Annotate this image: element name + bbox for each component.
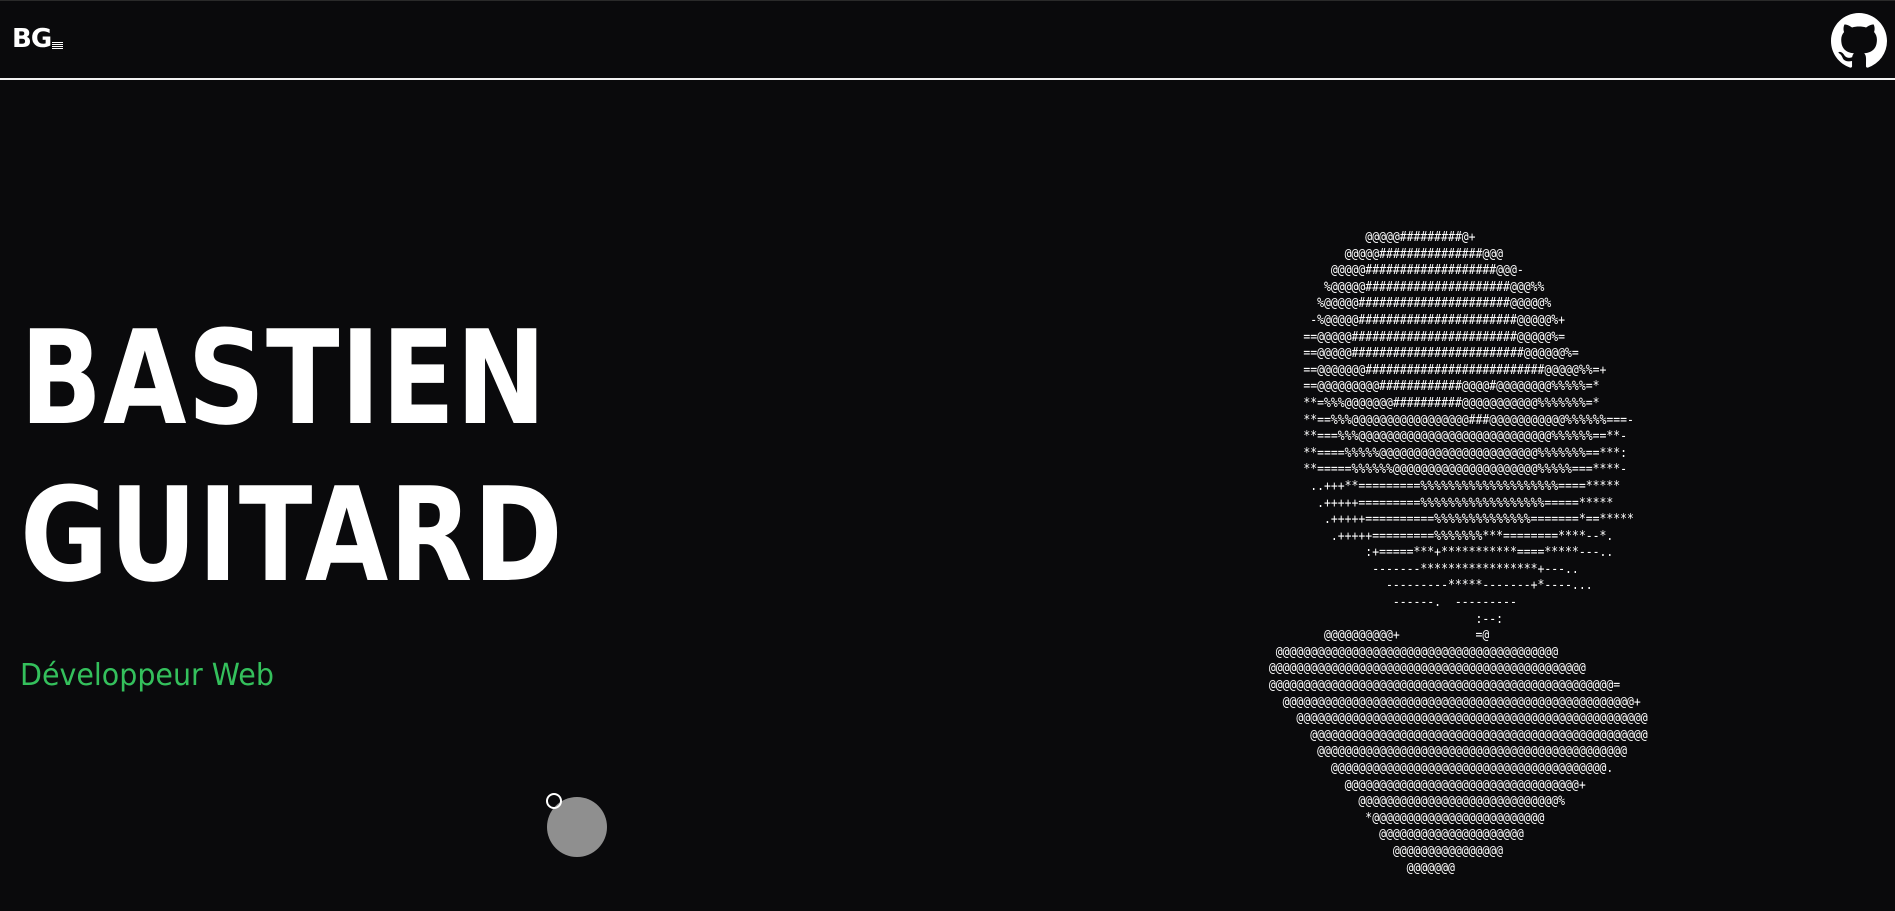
portfolio-page: BG BASTIEN GUITARD Développeur Web @@@@@… [0,0,1895,911]
hero-name: BASTIEN GUITARD [20,300,564,614]
hero-subtitle: Développeur Web [20,658,274,693]
github-link[interactable] [1831,13,1887,69]
github-icon [1831,13,1887,68]
logo-mark-icon [52,42,64,49]
top-navbar: BG [0,0,1895,80]
cursor-ring [546,793,562,809]
ascii-portrait: @@@@@#########@+ @@@@@###############@@@… [1268,230,1648,876]
logo-text: BG [12,24,52,54]
hero-first-name: BASTIEN [20,302,548,454]
site-logo[interactable]: BG [12,24,64,54]
hero-last-name: GUITARD [20,459,564,611]
